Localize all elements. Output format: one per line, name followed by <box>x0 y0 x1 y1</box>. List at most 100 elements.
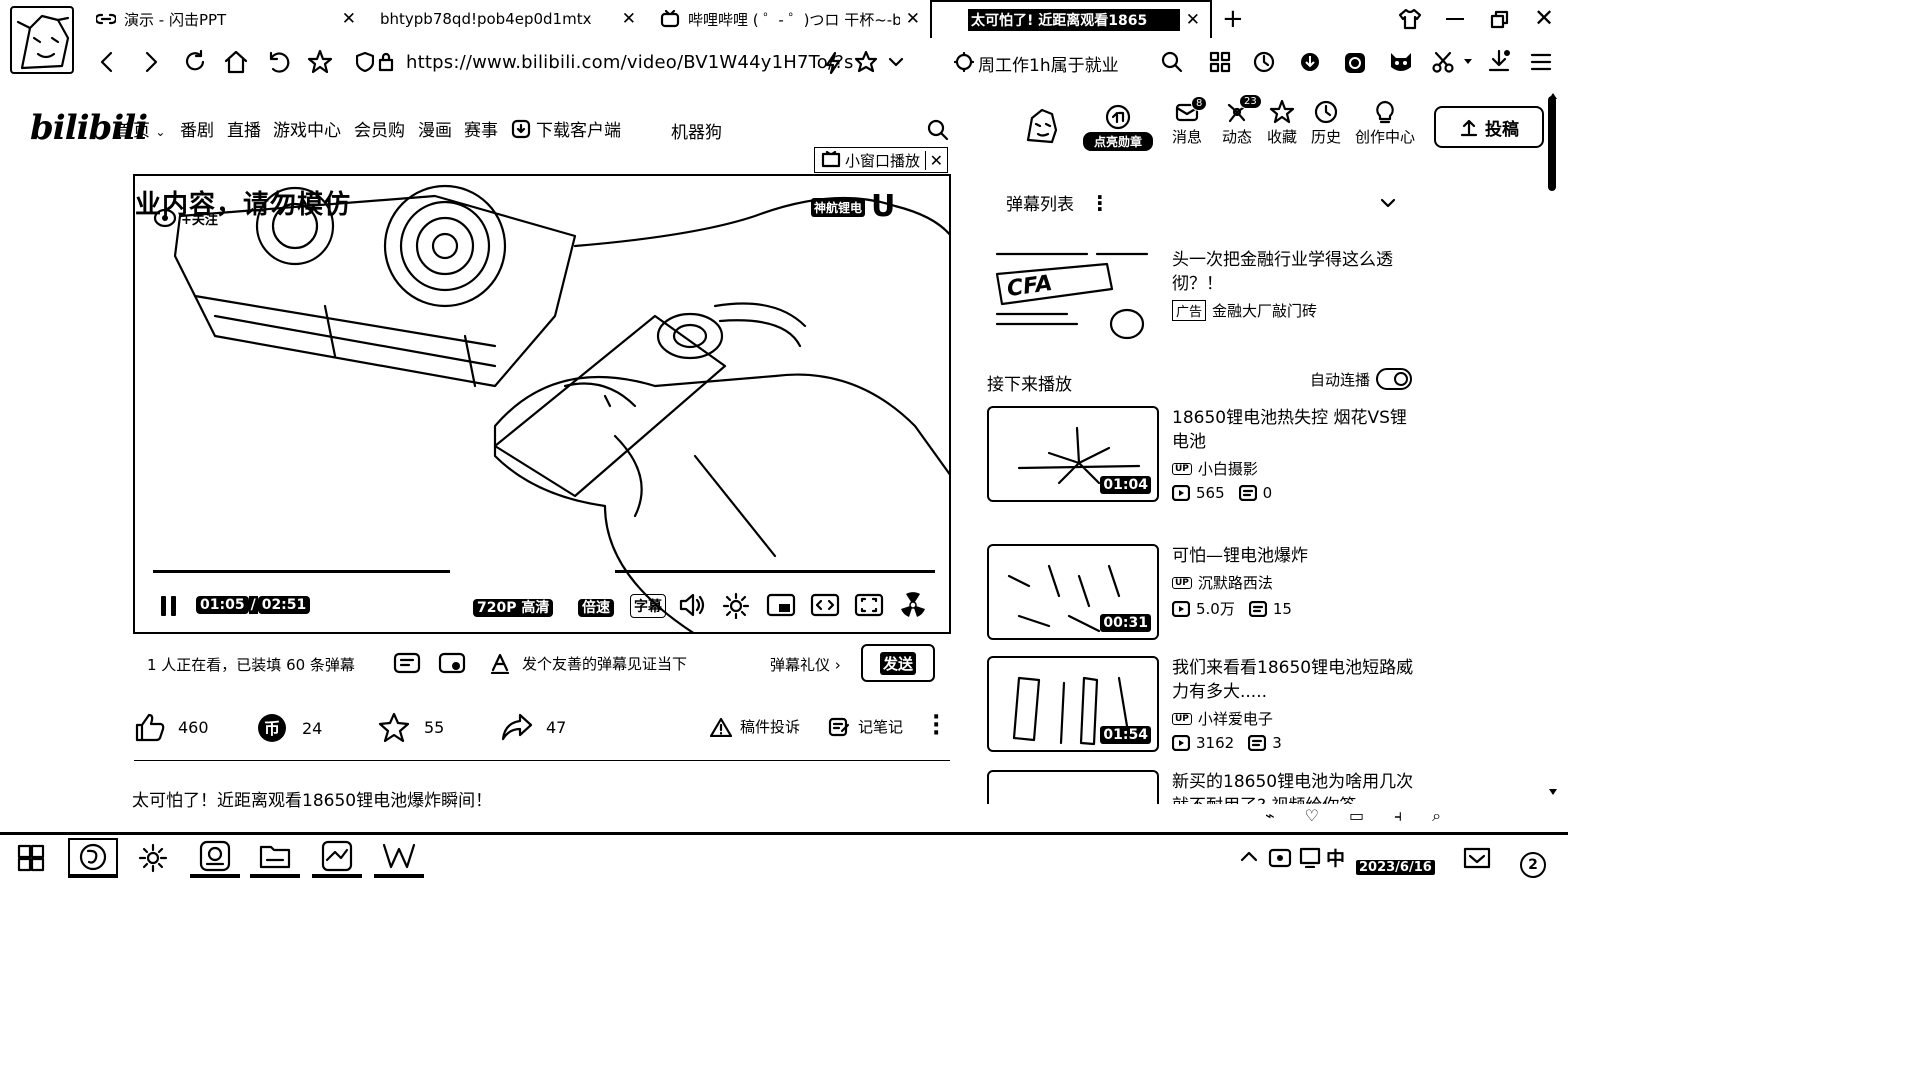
video-3-title[interactable]: 我们来看看18650锂电池短路威力有多大..... <box>1172 656 1417 704</box>
tray-chevron-up-icon[interactable] <box>1240 850 1258 862</box>
taskbar-browser[interactable] <box>68 838 118 878</box>
menu-icon[interactable] <box>1530 52 1552 72</box>
mini-window-close-icon[interactable]: ✕ <box>924 150 947 170</box>
like-button[interactable]: 460 <box>134 712 209 742</box>
restore-button[interactable] <box>1490 10 1510 30</box>
volume-icon[interactable] <box>678 592 706 618</box>
web-fullscreen-icon[interactable] <box>854 592 884 618</box>
video-1-uploader[interactable]: UP 小白摄影 <box>1172 458 1258 479</box>
video-3-uploader[interactable]: UP 小祥爱电子 <box>1172 708 1273 729</box>
page-scrollbar-thumb[interactable] <box>1548 96 1556 191</box>
notes-button[interactable]: 记笔记 <box>828 716 903 737</box>
tab-4-close-icon[interactable]: ✕ <box>1186 10 1200 30</box>
mini-window-button[interactable]: 小窗口播放 ✕ <box>814 147 948 173</box>
float-toolbar-icon-5[interactable]: ⌕ <box>1432 806 1441 826</box>
settings-gear-icon[interactable] <box>722 592 750 620</box>
float-toolbar-icon-2[interactable]: ♡ <box>1305 806 1319 826</box>
apps-grid-icon[interactable] <box>1209 51 1231 73</box>
picture-in-picture-icon[interactable] <box>766 592 796 618</box>
related-video-3[interactable]: 01:54 我们来看看18650锂电池短路威力有多大..... UP 小祥爱电子 … <box>987 656 1417 756</box>
autoplay-switch[interactable] <box>1376 368 1413 390</box>
header-dynamics[interactable]: 23 动态 <box>1213 94 1262 147</box>
danmaku-toggle-icon[interactable] <box>393 650 421 676</box>
nav-game-center[interactable]: 游戏中心 <box>273 116 341 141</box>
quality-selector[interactable]: 720P 高清 <box>473 597 554 617</box>
float-toolbar-icon-1[interactable]: ⌁ <box>1265 806 1275 826</box>
upload-button[interactable]: 投稿 <box>1434 106 1544 148</box>
header-messages[interactable]: 8 消息 <box>1163 96 1211 147</box>
clock-date[interactable]: 2023/6/16 <box>1356 860 1435 875</box>
favorite-button[interactable]: 55 <box>378 712 444 742</box>
speed-selector[interactable]: 倍速 <box>578 597 614 617</box>
fullscreen-icon[interactable] <box>898 590 928 620</box>
send-danmaku-button[interactable]: 发送 <box>861 644 935 682</box>
coin-button[interactable]: 币 24 <box>256 712 322 744</box>
danmaku-style-icon[interactable] <box>490 652 510 674</box>
header-creator-center[interactable]: 创作中心 <box>1352 100 1418 147</box>
nav-mall[interactable]: 会员购 <box>354 116 405 141</box>
url-field[interactable]: https://www.bilibili.com/video/BV1W44y1H… <box>356 48 854 76</box>
subtitle-toggle[interactable]: 字幕 <box>630 594 666 618</box>
user-avatar[interactable] <box>1020 104 1062 146</box>
danmaku-list-header[interactable]: 弹幕列表 · · · <box>1006 187 1396 219</box>
tab-2[interactable]: bhtypb78qd!pob4ep0d1mtx ✕ <box>380 0 636 38</box>
close-window-button[interactable]: ✕ <box>1534 4 1554 32</box>
float-toolbar-icon-4[interactable]: ⫞ <box>1394 806 1402 826</box>
video-3-thumbnail[interactable]: 01:54 <box>987 656 1159 752</box>
related-video-4[interactable]: 新买的18650锂电池为啥用几次就不耐用了? 视频给你答 <box>987 770 1417 804</box>
taskbar-wps[interactable] <box>374 838 424 878</box>
danmaku-input[interactable]: 发个友善的弹幕见证当下 <box>490 652 687 674</box>
video-2-title[interactable]: 可怕—锂电池爆炸 <box>1172 544 1417 568</box>
taskbar-app-3[interactable] <box>190 838 240 878</box>
video-2-uploader[interactable]: UP 沉默路西法 <box>1172 572 1273 593</box>
header-favorites[interactable]: 收藏 <box>1258 100 1306 147</box>
ime-indicator[interactable]: 中 <box>1326 844 1345 871</box>
notification-center[interactable]: 2 <box>1520 852 1546 878</box>
scissors-icon[interactable] <box>1432 51 1454 73</box>
progress-bar[interactable] <box>153 570 935 573</box>
scissors-dropdown-icon[interactable] <box>1463 58 1473 66</box>
history-clock-icon[interactable] <box>1253 51 1275 73</box>
uploader-follow-overlay[interactable]: +关注 <box>153 208 218 228</box>
nav-esports[interactable]: 赛事 <box>464 116 498 141</box>
scroll-up-arrow-icon[interactable] <box>1548 92 1558 100</box>
autoplay-toggle[interactable]: 自动连播 <box>1310 368 1413 390</box>
download-circle-icon[interactable] <box>1299 51 1321 73</box>
video-4-thumbnail[interactable] <box>987 770 1159 804</box>
extension-cat-icon[interactable] <box>1388 51 1414 73</box>
browser-search-icon[interactable] <box>1161 51 1183 73</box>
share-button[interactable]: 47 <box>500 712 566 742</box>
ad-card[interactable]: CFA 头一次把金融行业学得这么透彻？！ 广告 金融大厂敲门砖 <box>987 244 1417 354</box>
nav-manga[interactable]: 漫画 <box>418 116 452 141</box>
tab-3-close-icon[interactable]: ✕ <box>906 9 920 29</box>
scroll-down-arrow-icon[interactable] <box>1548 788 1558 796</box>
video-1-thumbnail[interactable]: 01:04 <box>987 406 1159 502</box>
browser-search-field[interactable]: 周工作1h属于就业 <box>978 51 1119 76</box>
nav-home[interactable]: 首页 ⌄ <box>116 116 165 141</box>
header-history[interactable]: 历史 <box>1302 100 1350 147</box>
refresh-icon[interactable] <box>182 49 208 75</box>
danmaku-etiquette-link[interactable]: 弹幕礼仪 › <box>770 654 841 675</box>
tray-app-icon[interactable] <box>1268 846 1292 868</box>
ai-assistant-icon[interactable] <box>1343 51 1367 75</box>
danmaku-list-more-icon[interactable]: · · · <box>1096 187 1104 219</box>
site-search-input[interactable]: 机器狗 <box>671 118 722 143</box>
medal-badge[interactable]: 点亮勋章 <box>1083 104 1153 151</box>
taskbar-file-explorer[interactable] <box>250 838 300 878</box>
tab-3[interactable]: 哔哩哔哩 ( ゜- ゜)つロ 干杯~-b ✕ <box>660 0 920 38</box>
undo-close-icon[interactable] <box>265 49 291 75</box>
related-video-2[interactable]: 00:31 可怕—锂电池爆炸 UP 沉默路西法 5.0万 15 <box>987 544 1417 644</box>
tab-2-close-icon[interactable]: ✕ <box>622 9 636 29</box>
site-search-icon[interactable] <box>926 118 950 142</box>
float-toolbar-icon-3[interactable]: ▭ <box>1349 806 1364 826</box>
lightning-icon[interactable] <box>824 52 842 74</box>
related-video-1[interactable]: 01:04 18650锂电池热失控 烟花VS锂电池 UP 小白摄影 565 0 <box>987 406 1417 506</box>
widescreen-icon[interactable] <box>810 592 840 618</box>
taskbar-settings[interactable] <box>128 838 178 878</box>
favorite-page-star-icon[interactable] <box>855 51 877 73</box>
nav-download-client[interactable]: 下载客户端 <box>511 116 621 141</box>
chevron-down-icon[interactable] <box>888 54 904 70</box>
forward-icon[interactable] <box>140 50 162 74</box>
nav-live[interactable]: 直播 <box>227 116 261 141</box>
tshirt-icon[interactable] <box>1398 8 1422 30</box>
